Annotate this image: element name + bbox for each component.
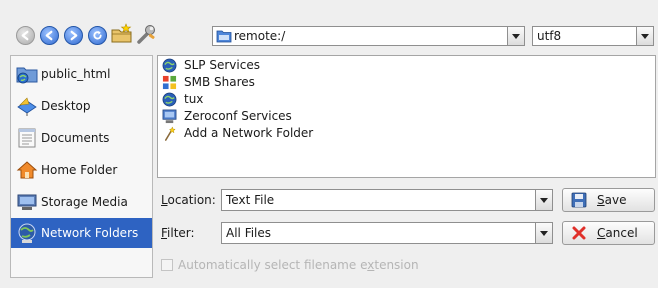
- monitor-icon: [162, 109, 177, 123]
- save-label: Save: [597, 193, 627, 207]
- file-name: Zeroconf Services: [184, 109, 292, 123]
- location-label: Location:: [161, 193, 216, 207]
- reload-button[interactable]: [88, 26, 107, 45]
- sidebar-item-label: Desktop: [41, 99, 91, 113]
- sidebar-item-storage-media[interactable]: Storage Media: [16, 187, 152, 217]
- back-arrow-icon: [45, 30, 53, 41]
- file-name: SLP Services: [184, 58, 260, 72]
- location-dropdown-arrow[interactable]: [535, 190, 552, 210]
- forward-back-history-button[interactable]: [40, 26, 59, 45]
- sidebar-item-label: Documents: [41, 131, 110, 145]
- list-item[interactable]: Zeroconf Services: [162, 108, 292, 124]
- storage-icon: [17, 194, 37, 210]
- desktop-icon: [17, 97, 37, 116]
- reload-icon: [93, 30, 102, 40]
- filter-label: Filter:: [161, 226, 195, 240]
- sidebar-item-label: Home Folder: [41, 163, 118, 177]
- sidebar-item-label: Network Folders: [41, 226, 139, 240]
- filter-value: All Files: [226, 226, 272, 240]
- cancel-button[interactable]: Cancel: [562, 221, 655, 245]
- sidebar-item-public-html[interactable]: public_html: [16, 59, 152, 89]
- smb-icon: [162, 75, 177, 89]
- cancel-label: Cancel: [597, 226, 638, 240]
- home-icon: [16, 161, 38, 179]
- auto-extension-checkbox[interactable]: [161, 259, 173, 271]
- globe-icon: [162, 92, 177, 106]
- floppy-save-icon: [571, 192, 587, 208]
- sidebar-item-desktop[interactable]: Desktop: [16, 91, 152, 121]
- list-item[interactable]: Add a Network Folder: [162, 125, 313, 141]
- wizard-wand-icon: [165, 125, 176, 141]
- list-item[interactable]: SLP Services: [162, 57, 260, 73]
- sidebar-item-home-folder[interactable]: Home Folder: [16, 155, 152, 185]
- back-button[interactable]: [16, 26, 35, 45]
- location-combobox[interactable]: Text File: [221, 189, 553, 211]
- file-name: tux: [184, 92, 204, 106]
- sidebar-item-network-folders[interactable]: Network Folders: [11, 218, 152, 248]
- documents-icon: [18, 128, 36, 148]
- sidebar-item-label: Storage Media: [41, 195, 128, 209]
- network-globe-icon: [18, 223, 36, 243]
- places-sidebar: public_html Desktop Documents Home Folde…: [10, 55, 153, 278]
- wrench-icon[interactable]: [134, 22, 158, 46]
- url-dropdown-arrow[interactable]: [507, 27, 524, 45]
- filter-dropdown-arrow[interactable]: [535, 223, 552, 243]
- encoding-combobox[interactable]: utf8: [532, 26, 654, 46]
- forward-button[interactable]: [64, 26, 83, 45]
- list-item[interactable]: SMB Shares: [162, 74, 255, 90]
- new-folder-icon[interactable]: [110, 22, 134, 46]
- folder-icon: [216, 30, 232, 43]
- back-arrow-icon: [21, 30, 29, 41]
- url-combobox[interactable]: remote:/: [212, 26, 525, 46]
- auto-extension-label: Automatically select filename extension: [178, 258, 419, 272]
- list-item[interactable]: tux: [162, 91, 203, 107]
- globe-icon: [162, 58, 177, 72]
- file-name: SMB Shares: [184, 75, 255, 89]
- folder-web-icon: [16, 67, 38, 84]
- file-list[interactable]: SLP Services SMB Shares tux Zeroconf Ser…: [157, 55, 656, 178]
- location-value[interactable]: Text File: [222, 193, 535, 207]
- forward-arrow-icon: [70, 30, 78, 41]
- encoding-value: utf8: [537, 29, 562, 43]
- sidebar-item-documents[interactable]: Documents: [16, 123, 152, 153]
- encoding-dropdown-arrow[interactable]: [636, 27, 653, 45]
- cancel-x-icon: [572, 226, 586, 240]
- sidebar-item-label: public_html: [41, 67, 111, 81]
- url-value[interactable]: remote:/: [232, 29, 507, 43]
- save-button[interactable]: Save: [562, 188, 655, 212]
- filter-combobox[interactable]: All Files: [221, 222, 553, 244]
- file-name: Add a Network Folder: [184, 126, 314, 140]
